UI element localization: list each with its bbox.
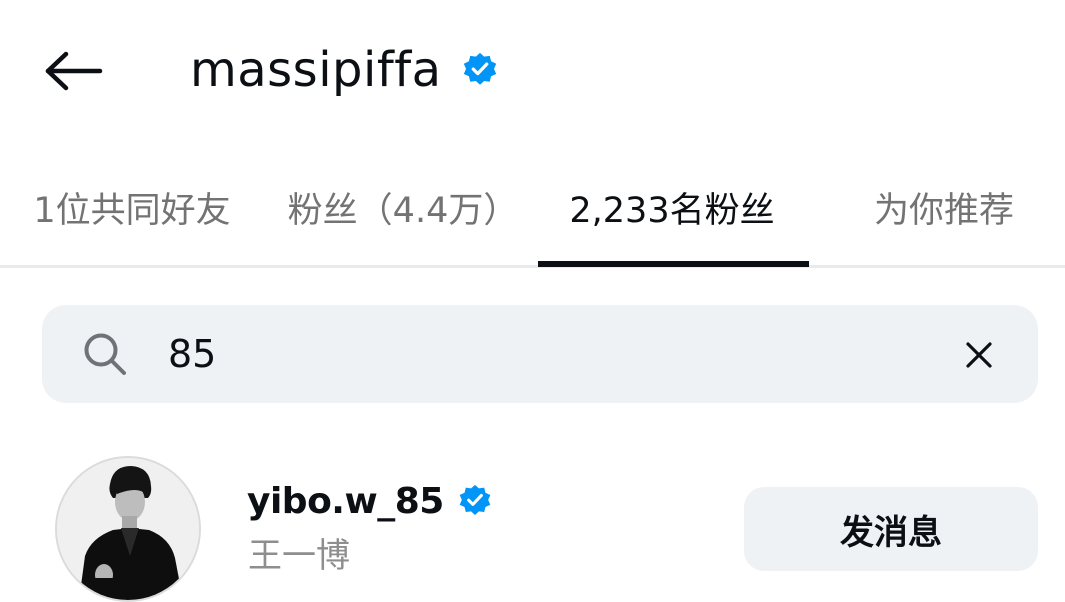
message-button[interactable]: 发消息 xyxy=(744,487,1038,571)
search-icon xyxy=(80,329,130,379)
tab-bar: 1位共同好友 粉丝（4.4万） 2,233名粉丝 为你推荐 xyxy=(0,150,1065,268)
active-tab-indicator xyxy=(538,261,809,267)
clear-search-button[interactable] xyxy=(954,330,1004,380)
username-group: yibo.w_85 xyxy=(247,476,492,526)
arrow-left-icon xyxy=(45,51,103,91)
username[interactable]: yibo.w_85 xyxy=(247,481,444,522)
top-header: massipiffa xyxy=(0,0,1065,140)
full-name: 王一博 xyxy=(248,536,350,576)
tab-mutual-friends[interactable]: 1位共同好友 xyxy=(30,150,234,265)
back-button[interactable] xyxy=(38,40,110,102)
page-title: massipiffa xyxy=(190,42,442,98)
avatar[interactable] xyxy=(55,456,201,602)
tab-suggested[interactable]: 为你推荐 xyxy=(868,150,1020,265)
list-item[interactable]: yibo.w_85 王一博 发消息 xyxy=(0,440,1065,602)
title-group: massipiffa xyxy=(190,38,498,102)
search-input[interactable] xyxy=(168,322,928,386)
tab-follower-count[interactable]: 2,233名粉丝 xyxy=(560,150,784,265)
verified-badge-icon xyxy=(462,52,498,88)
close-icon xyxy=(966,342,992,368)
tab-followers[interactable]: 粉丝（4.4万） xyxy=(288,150,519,265)
verified-badge-icon xyxy=(458,484,492,518)
